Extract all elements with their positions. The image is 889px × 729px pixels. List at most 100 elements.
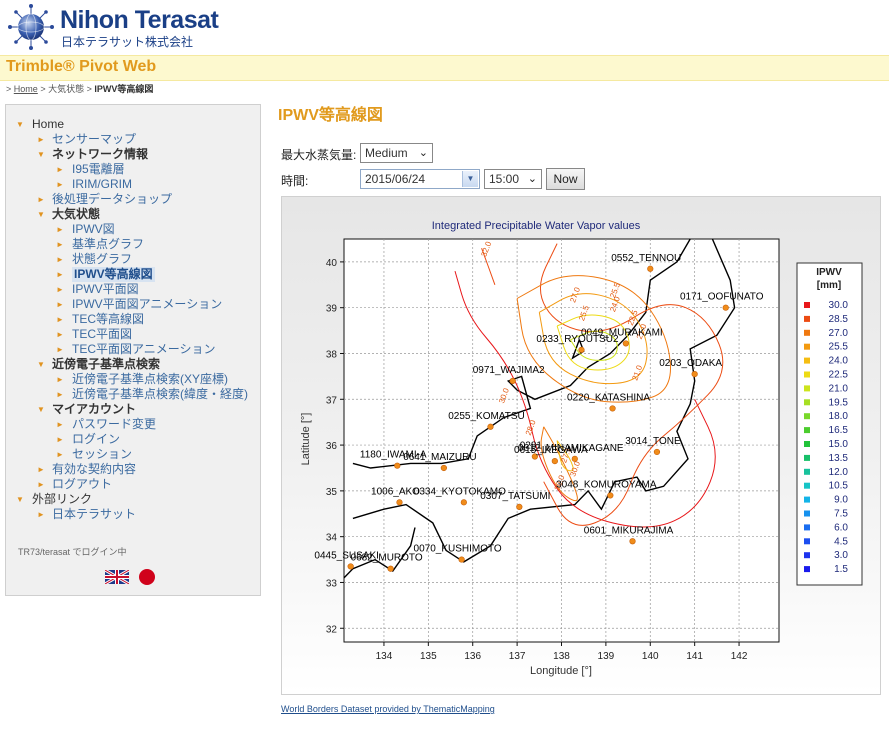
- app-title-bar: Trimble® Pivot Web: [0, 55, 889, 81]
- chevron-right-icon: ►: [56, 240, 64, 249]
- sidebar-item-tec-animation[interactable]: ► TEC平面図アニメーション: [6, 342, 262, 357]
- now-button[interactable]: Now: [546, 168, 585, 190]
- y-tick-label: 40: [326, 258, 338, 269]
- chevron-right-icon: ►: [56, 180, 64, 189]
- y-tick-label: 34: [326, 533, 338, 544]
- hour-select[interactable]: 15:00 ⌄: [484, 169, 542, 189]
- chevron-right-icon: ►: [37, 480, 45, 489]
- x-axis-label: Longitude [°]: [530, 665, 592, 677]
- uk-flag-icon[interactable]: [105, 570, 129, 584]
- legend-value: 12.0: [829, 467, 849, 478]
- station-label: 0203_ODAKA: [659, 358, 722, 369]
- legend-swatch: [804, 371, 810, 378]
- legend-swatch: [804, 427, 810, 434]
- data-credit-link[interactable]: World Borders Dataset provided by Themat…: [281, 704, 495, 714]
- station-marker: [722, 304, 729, 311]
- station-marker: [622, 340, 629, 347]
- sidebar-item-irim[interactable]: ► IRIM/GRIM: [6, 177, 262, 192]
- sidebar-item-postprocess-shop[interactable]: ► 後処理データショップ: [6, 192, 262, 207]
- y-axis-label: Latitude [°]: [300, 413, 312, 466]
- sidebar-item-ipwv-plan[interactable]: ► IPWV平面図: [6, 282, 262, 297]
- legend-unit: [mm]: [817, 280, 841, 291]
- sidebar-item-session[interactable]: ► セッション: [6, 447, 262, 462]
- sidebar-item-label: 近傍電子基準点検索: [52, 357, 161, 371]
- station-marker: [440, 464, 447, 472]
- legend: IPWV [mm] 30.0 28.5 27.0 25.5 24.0 22.5 21.0 19…: [796, 262, 863, 586]
- station-marker: [691, 370, 698, 378]
- sidebar-item-contracts[interactable]: ► 有効な契約内容: [6, 462, 262, 477]
- station-marker: [396, 499, 403, 506]
- sidebar-item-login[interactable]: ► ログイン: [6, 432, 262, 447]
- sidebar-item-label: ログイン: [72, 432, 121, 446]
- chevron-down-icon: ⌄: [527, 173, 537, 185]
- station-marker: [551, 458, 558, 465]
- breadcrumb-item: 大気状態: [48, 84, 85, 94]
- sidebar-item-network-info[interactable]: ▼ ネットワーク情報: [6, 147, 262, 162]
- station-marker: [609, 405, 616, 412]
- legend-value: 30.0: [829, 300, 849, 311]
- sidebar-item-nihon-terasat[interactable]: ► 日本テラサット: [6, 507, 262, 522]
- breadcrumb: > Home > 大気状態 > IPWV等高線図: [6, 82, 153, 95]
- sidebar-item-label: セッション: [72, 447, 133, 461]
- chevron-right-icon: ►: [37, 510, 45, 519]
- legend-swatch: [804, 357, 810, 364]
- legend-swatch: [804, 315, 810, 322]
- legend-value: 6.0: [834, 522, 848, 533]
- station-label: 1006_AKO: [371, 486, 420, 497]
- sidebar-item-label: IPWV平面図: [72, 282, 139, 296]
- sidebar-item-ipwv-chart[interactable]: ► IPWV図: [6, 222, 262, 237]
- japan-flag-icon[interactable]: [138, 568, 156, 586]
- company-name-ja: 日本テラサット株式会社: [61, 35, 194, 49]
- sidebar-item-nearby-xy[interactable]: ► 近傍電子基準点検索(XY座標): [6, 372, 262, 387]
- sidebar-item-sensor-map[interactable]: ► センサーマップ: [6, 132, 262, 147]
- sidebar-item-tec-contour[interactable]: ► TEC等高線図: [6, 312, 262, 327]
- legend-swatch: [804, 496, 810, 503]
- sidebar-item-ipwv-animation[interactable]: ► IPWV平面図アニメーション: [6, 297, 262, 312]
- legend-value: 19.5: [829, 397, 849, 408]
- legend-value: 4.5: [834, 536, 848, 547]
- station-label: 3048_KOMUROYAMA: [556, 479, 657, 490]
- station-label: 0552_TENNOU: [611, 253, 681, 264]
- sidebar-item-nearby-latlon[interactable]: ► 近傍電子基準点検索(緯度・経度): [6, 387, 262, 402]
- chevron-right-icon: ►: [56, 255, 64, 264]
- sidebar-item-atmosphere[interactable]: ▼ 大気状態: [6, 207, 262, 222]
- date-value: 2015/06/24: [365, 172, 426, 186]
- sidebar-item-label: 外部リンク: [32, 492, 93, 506]
- legend-value: 3.0: [834, 550, 848, 561]
- sidebar-item-my-account[interactable]: ▼ マイアカウント: [6, 402, 262, 417]
- y-tick-label: 33: [326, 578, 338, 589]
- max-vapor-select[interactable]: Medium ⌄: [360, 143, 433, 163]
- sidebar-nav: ▼ Home ► センサーマップ ▼ ネットワーク情報 ► I95電離層 ► IRIM/G…: [6, 117, 262, 522]
- breadcrumb-home-link[interactable]: Home: [14, 84, 38, 94]
- sidebar-item-logout[interactable]: ► ログアウト: [6, 477, 262, 492]
- chevron-right-icon: ►: [56, 420, 64, 429]
- legend-value: 15.0: [829, 439, 849, 450]
- station-marker: [629, 538, 636, 545]
- legend-swatch: [804, 302, 810, 308]
- sidebar-item-ipwv-contour[interactable]: ► IPWV等高線図: [6, 267, 262, 282]
- sidebar-item-tec-plan[interactable]: ► TEC平面図: [6, 327, 262, 342]
- chevron-down-icon: ▼: [37, 405, 45, 414]
- sidebar: ▼ Home ► センサーマップ ▼ ネットワーク情報 ► I95電離層 ► IRIM/G…: [5, 104, 261, 596]
- chevron-down-icon: ▼: [37, 210, 45, 219]
- station-label: 0682_MUROTO: [351, 553, 423, 564]
- sidebar-item-i95[interactable]: ► I95電離層: [6, 162, 262, 177]
- sidebar-item-label: IPWV等高線図: [72, 267, 155, 282]
- sidebar-item-reference-graph[interactable]: ► 基準点グラフ: [6, 237, 262, 252]
- calendar-dropdown-icon[interactable]: ▼: [462, 171, 478, 187]
- sidebar-item-home[interactable]: ▼ Home: [6, 117, 262, 132]
- y-tick-label: 32: [326, 624, 338, 635]
- sidebar-item-external-links[interactable]: ▼ 外部リンク: [6, 492, 262, 507]
- legend-box: [796, 262, 863, 586]
- y-tick-label: 38: [326, 349, 338, 360]
- chevron-down-icon: ▼: [37, 150, 45, 159]
- legend-swatch: [804, 454, 810, 461]
- x-tick-label: 142: [731, 651, 748, 662]
- chevron-right-icon: ►: [56, 300, 64, 309]
- sidebar-item-change-password[interactable]: ► パスワード変更: [6, 417, 262, 432]
- sidebar-item-nearby-search[interactable]: ▼ 近傍電子基準点検索: [6, 357, 262, 372]
- sidebar-item-status-graph[interactable]: ► 状態グラフ: [6, 252, 262, 267]
- station-marker: [647, 265, 654, 272]
- sidebar-item-label: IPWV図: [72, 222, 115, 236]
- x-tick-label: 141: [686, 651, 703, 662]
